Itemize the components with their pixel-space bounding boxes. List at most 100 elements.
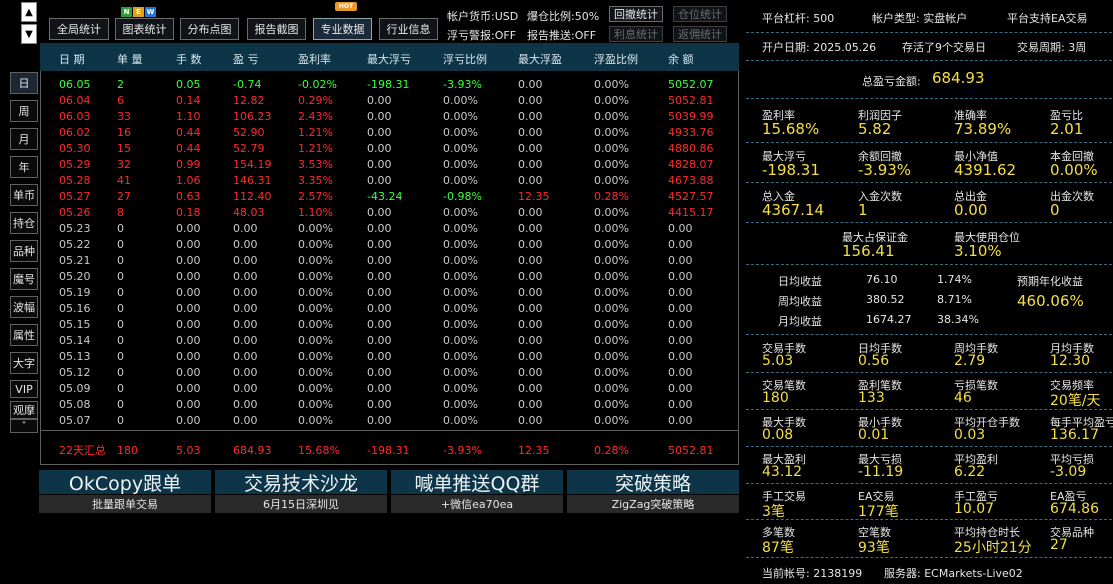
table-cell: 0.00 bbox=[518, 78, 543, 91]
table-cell: 0.00 bbox=[367, 126, 392, 139]
table-row[interactable]: 06.03 33 1.10 106.23 2.43% 0.00 0.00% 0.00 0.00%… bbox=[41, 109, 738, 125]
table-row[interactable]: 06.02 16 0.44 52.90 1.21% 0.00 0.00% 0.00 0.00% 4… bbox=[41, 125, 738, 141]
stat-value: 3笔 bbox=[762, 504, 785, 520]
industry-info-button[interactable]: 行业信息 bbox=[379, 18, 438, 40]
table-row[interactable]: 05.08 0 0.00 0.00 0.00% 0.00 0.00% 0.00 0.00% 0.0… bbox=[41, 397, 738, 413]
position-stats-button[interactable]: 仓位统计 bbox=[673, 6, 727, 22]
column-header[interactable]: 日 期 bbox=[59, 51, 85, 67]
rebate-stats-button[interactable]: 返佣统计 bbox=[673, 26, 727, 42]
side-tab[interactable]: 月 bbox=[10, 128, 38, 150]
distribution-chart-button[interactable]: 分布点图 bbox=[180, 18, 239, 40]
table-cell: 05.08 bbox=[59, 398, 91, 411]
column-header[interactable]: 最大浮亏 bbox=[367, 51, 411, 67]
table-row[interactable]: 05.22 0 0.00 0.00 0.00% 0.00 0.00% 0.00 0.00% 0.0… bbox=[41, 237, 738, 253]
table-cell: 0.00 bbox=[233, 350, 258, 363]
table-cell: 0.00% bbox=[298, 254, 333, 267]
column-header[interactable]: 盈利率 bbox=[298, 51, 331, 67]
column-header[interactable]: 浮亏比例 bbox=[443, 51, 487, 67]
table-row[interactable]: 05.29 32 0.99 154.19 3.53% 0.00 0.00% 0.00 0.00%… bbox=[41, 157, 738, 173]
ad-banner-subtitle[interactable]: 批量跟单交易 bbox=[39, 495, 211, 513]
table-cell: 0.99 bbox=[176, 158, 201, 171]
section-divider bbox=[746, 222, 1112, 223]
column-header[interactable]: 最大浮盈 bbox=[518, 51, 562, 67]
table-row[interactable]: 05.14 0 0.00 0.00 0.00% 0.00 0.00% 0.00 0.00% 0.0… bbox=[41, 333, 738, 349]
metric-value: 0.00% bbox=[1050, 161, 1098, 179]
ad-banner-subtitle[interactable]: 6月15日深圳见 bbox=[215, 495, 387, 513]
table-cell: 0.00 bbox=[176, 382, 201, 395]
table-row[interactable]: 05.13 0 0.00 0.00 0.00% 0.00 0.00% 0.00 0.00% 0.0… bbox=[41, 349, 738, 365]
table-row[interactable]: 05.19 0 0.00 0.00 0.00% 0.00 0.00% 0.00 0.00% 0.0… bbox=[41, 285, 738, 301]
table-cell: 0.00 bbox=[367, 142, 392, 155]
interest-stats-button[interactable]: 利息统计 bbox=[609, 26, 663, 42]
table-cell: 05.29 bbox=[59, 158, 91, 171]
table-row[interactable]: 05.23 0 0.00 0.00 0.00% 0.00 0.00% 0.00 0.00% 0.0… bbox=[41, 221, 738, 237]
column-header[interactable]: 余 额 bbox=[668, 51, 694, 67]
table-row[interactable]: 05.26 8 0.18 48.03 1.10% 0.00 0.00% 0.00 0.00% 44… bbox=[41, 205, 738, 221]
side-tab[interactable]: 年 bbox=[10, 156, 38, 178]
table-cell: 0.00% bbox=[443, 382, 478, 395]
ad-banner-subtitle[interactable]: ZigZag突破策略 bbox=[567, 495, 739, 513]
column-header[interactable]: 盈 亏 bbox=[233, 51, 259, 67]
side-tab[interactable]: 波幅 bbox=[10, 296, 38, 318]
drawdown-stats-button[interactable]: 回撤统计 bbox=[609, 6, 663, 22]
column-header[interactable]: 浮盈比例 bbox=[594, 51, 638, 67]
ad-banner-title[interactable]: 交易技术沙龙 bbox=[215, 470, 387, 495]
table-row[interactable]: 06.04 6 0.14 12.82 0.29% 0.00 0.00% 0.00 0.00% 50… bbox=[41, 93, 738, 109]
scroll-up-button[interactable]: ▲ bbox=[21, 2, 37, 22]
table-row[interactable]: 05.07 0 0.00 0.00 0.00% 0.00 0.00% 0.00 0.00% 0.0… bbox=[41, 413, 738, 429]
table-cell: 0.00% bbox=[298, 222, 333, 235]
side-tab[interactable]: 单币 bbox=[10, 184, 38, 206]
float-loss-alert[interactable]: 浮亏警报:OFF bbox=[447, 27, 516, 43]
side-tab[interactable]: 持仓 bbox=[10, 212, 38, 234]
pro-data-button[interactable]: 专业数据 bbox=[313, 18, 372, 40]
side-tab[interactable]: 属性 bbox=[10, 324, 38, 346]
current-account-info: 当前帐号: 2138199 bbox=[762, 567, 863, 580]
table-cell: 0.00 bbox=[668, 286, 693, 299]
table-row[interactable]: 05.28 41 1.06 146.31 3.35% 0.00 0.00% 0.00 0.00%… bbox=[41, 173, 738, 189]
table-cell: 4673.88 bbox=[668, 174, 714, 187]
report-screenshot-button[interactable]: 报告截图 bbox=[247, 18, 306, 40]
table-cell: 1.06 bbox=[176, 174, 201, 187]
table-cell: 0.00 bbox=[367, 222, 392, 235]
side-tab[interactable]: 周 bbox=[10, 100, 38, 122]
table-cell: 0.00 bbox=[176, 222, 201, 235]
scroll-down-button[interactable]: ▼ bbox=[21, 24, 37, 44]
table-row[interactable]: 05.16 0 0.00 0.00 0.00% 0.00 0.00% 0.00 0.00% 0.0… bbox=[41, 301, 738, 317]
global-stats-button[interactable]: 全局统计 bbox=[49, 18, 109, 40]
report-push[interactable]: 报告推送:OFF bbox=[527, 27, 596, 43]
side-tab[interactable]: VIP bbox=[10, 380, 38, 398]
table-row[interactable]: 05.20 0 0.00 0.00 0.00% 0.00 0.00% 0.00 0.00% 0.0… bbox=[41, 269, 738, 285]
side-tab[interactable]: 大字 bbox=[10, 352, 38, 374]
side-tab[interactable]: 魔号 bbox=[10, 268, 38, 290]
side-tab[interactable]: 观摩 bbox=[10, 401, 38, 419]
metric-value: 73.89% bbox=[954, 120, 1012, 138]
table-row[interactable]: 05.30 15 0.44 52.79 1.21% 0.00 0.00% 0.00 0.00% 4… bbox=[41, 141, 738, 157]
table-cell: 0.00 bbox=[233, 270, 258, 283]
table-cell: 0.00 bbox=[233, 238, 258, 251]
column-header[interactable]: 单 量 bbox=[117, 51, 143, 67]
ad-banner-title[interactable]: OkCopy跟单 bbox=[39, 470, 211, 495]
table-cell: 1.10 bbox=[176, 110, 201, 123]
more-tabs-button[interactable]: ˅ bbox=[10, 419, 38, 433]
table-row[interactable]: 05.12 0 0.00 0.00 0.00% 0.00 0.00% 0.00 0.00% 0.0… bbox=[41, 365, 738, 381]
table-cell: 4828.07 bbox=[668, 158, 714, 171]
side-tab[interactable]: 日 bbox=[10, 72, 38, 94]
ad-banner-subtitle[interactable]: +微信ea70ea bbox=[391, 495, 563, 513]
table-cell: 0.00% bbox=[594, 334, 629, 347]
ad-banner-title[interactable]: 突破策略 bbox=[567, 470, 739, 495]
chart-stats-button[interactable]: 图表统计 bbox=[115, 18, 174, 40]
table-row[interactable]: 06.05 2 0.05 -0.74 -0.02% -198.31 -3.93% 0.00 0.… bbox=[41, 77, 738, 93]
column-header[interactable]: 手 数 bbox=[176, 51, 202, 67]
table-cell: 05.22 bbox=[59, 238, 91, 251]
table-cell: 0.00 bbox=[668, 382, 693, 395]
income-percent: 1.74% bbox=[937, 273, 972, 286]
table-row[interactable]: 05.15 0 0.00 0.00 0.00% 0.00 0.00% 0.00 0.00% 0.0… bbox=[41, 317, 738, 333]
table-cell: 0.00 bbox=[518, 174, 543, 187]
ad-banner-title[interactable]: 喊单推送QQ群 bbox=[391, 470, 563, 495]
chevron-down-icon: ˅ bbox=[21, 420, 27, 432]
side-tab[interactable]: 品种 bbox=[10, 240, 38, 262]
table-row[interactable]: 05.21 0 0.00 0.00 0.00% 0.00 0.00% 0.00 0.00% 0.0… bbox=[41, 253, 738, 269]
table-row[interactable]: 05.09 0 0.00 0.00 0.00% 0.00 0.00% 0.00 0.00% 0.0… bbox=[41, 381, 738, 397]
table-row[interactable]: 05.27 27 0.63 112.40 2.57% -43.24 -0.98% 12.35 0… bbox=[41, 189, 738, 205]
table-cell: 0.00 bbox=[518, 142, 543, 155]
